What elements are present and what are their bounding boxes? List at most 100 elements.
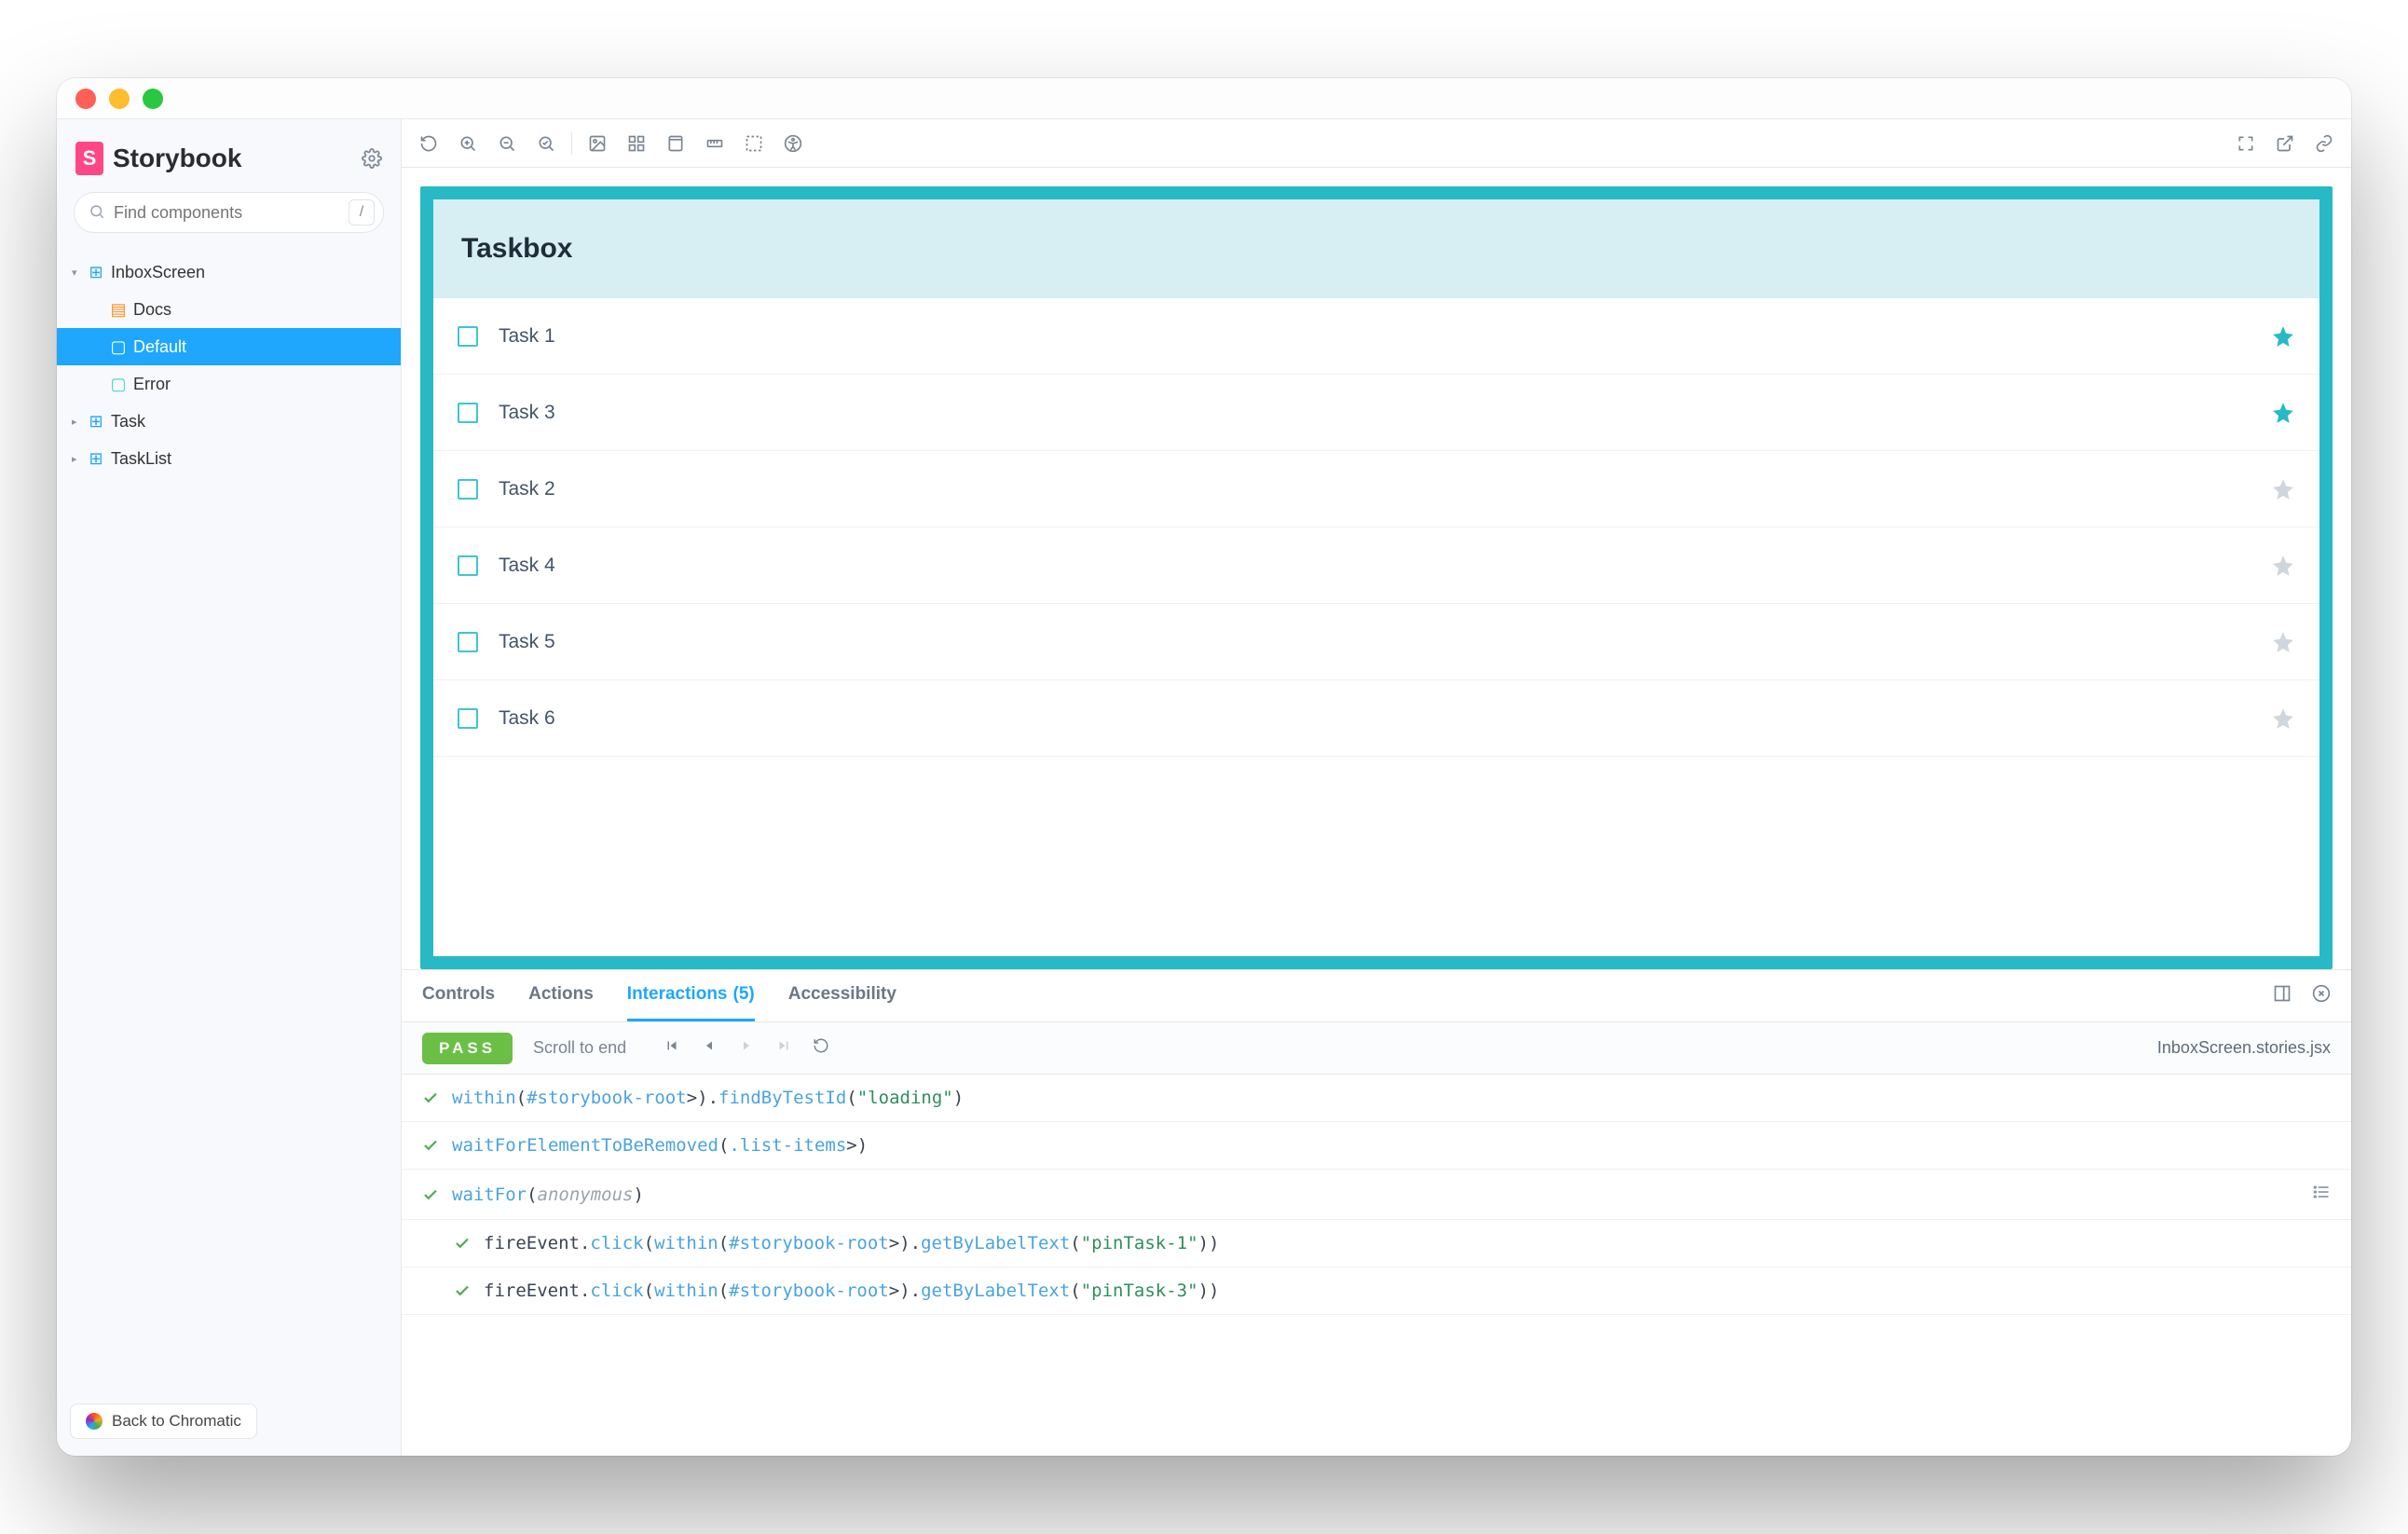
task-checkbox[interactable]: [458, 403, 478, 423]
tab-controls[interactable]: Controls: [422, 970, 495, 1021]
fullscreen-icon[interactable]: [2236, 133, 2256, 154]
close-panel-icon[interactable]: [2312, 984, 2331, 1008]
window-minimize-button[interactable]: [109, 89, 130, 109]
step-forward-icon[interactable]: [738, 1037, 755, 1059]
task-checkbox[interactable]: [458, 326, 478, 347]
tab-accessibility[interactable]: Accessibility: [788, 970, 896, 1021]
check-icon: [422, 1089, 439, 1106]
tab-actions[interactable]: Actions: [528, 970, 594, 1021]
storybook-logo-text: Storybook: [113, 144, 241, 173]
step-code: fireEvent.click(within(#storybook-root>)…: [484, 1233, 1219, 1253]
window-zoom-button[interactable]: [143, 89, 163, 109]
interaction-step[interactable]: fireEvent.click(within(#storybook-root>)…: [402, 1220, 2351, 1267]
preview-toolbar: [402, 119, 2351, 168]
chromatic-icon: [86, 1413, 103, 1430]
interaction-step[interactable]: waitForElementToBeRemoved(.list-items>): [402, 1122, 2351, 1170]
tree-item-label: Error: [133, 375, 171, 394]
tree-item-label: Docs: [133, 300, 171, 320]
story-icon: ▢: [111, 337, 126, 357]
interaction-step[interactable]: fireEvent.click(within(#storybook-root>)…: [402, 1267, 2351, 1315]
back-to-chromatic-button[interactable]: Back to Chromatic: [70, 1404, 257, 1439]
pin-star-icon[interactable]: [2271, 706, 2295, 731]
storybook-logo[interactable]: S Storybook: [75, 142, 241, 175]
app-title: Taskbox: [433, 199, 2319, 298]
pin-star-icon[interactable]: [2271, 477, 2295, 501]
tree-item-error[interactable]: ▢ Error: [57, 365, 401, 403]
storybook-root: S Storybook / ▾ ⊞: [57, 119, 2351, 1456]
search-field: /: [74, 192, 384, 233]
pin-star-icon[interactable]: [2271, 324, 2295, 349]
preview-canvas: Taskbox Task 1Task 3Task 2Task 4Task 5Ta…: [402, 168, 2351, 969]
zoom-in-icon[interactable]: [458, 133, 478, 154]
tree-item-inboxscreen[interactable]: ▾ ⊞ InboxScreen: [57, 253, 401, 291]
addon-tabs: Controls Actions Interactions (5) Access…: [402, 970, 2351, 1022]
task-row: Task 4: [433, 527, 2319, 604]
window: S Storybook / ▾ ⊞: [57, 78, 2351, 1456]
pin-star-icon[interactable]: [2271, 630, 2295, 654]
interaction-step[interactable]: waitFor(anonymous): [402, 1170, 2351, 1220]
list-icon: [2312, 1183, 2331, 1206]
caret-right-icon: ▸: [72, 453, 81, 465]
task-checkbox[interactable]: [458, 708, 478, 729]
outline-icon[interactable]: [744, 133, 764, 154]
tree-item-label: InboxScreen: [111, 263, 205, 282]
tree-item-tasklist[interactable]: ▸ ⊞ TaskList: [57, 440, 401, 477]
task-list: Task 1Task 3Task 2Task 4Task 5Task 6: [433, 298, 2319, 956]
caret-right-icon: ▸: [72, 416, 81, 428]
viewport-icon[interactable]: [665, 133, 686, 154]
step-code: fireEvent.click(within(#storybook-root>)…: [484, 1281, 1219, 1301]
caret-down-icon: ▾: [72, 267, 81, 279]
tree-item-default[interactable]: ▢ Default: [57, 328, 401, 365]
panel-orientation-icon[interactable]: [2273, 984, 2292, 1008]
zoom-reset-icon[interactable]: [536, 133, 556, 154]
open-new-tab-icon[interactable]: [2275, 133, 2295, 154]
remount-icon[interactable]: [418, 133, 439, 154]
go-to-start-icon[interactable]: [664, 1037, 680, 1059]
grid-icon[interactable]: [626, 133, 647, 154]
copy-link-icon[interactable]: [2314, 133, 2334, 154]
check-icon: [454, 1282, 471, 1299]
interaction-steps: within(#storybook-root>).findByTestId("l…: [402, 1075, 2351, 1456]
background-icon[interactable]: [587, 133, 608, 154]
scroll-to-end-button[interactable]: Scroll to end: [533, 1038, 626, 1058]
status-badge: PASS: [422, 1033, 513, 1064]
task-title: Task 1: [499, 325, 2251, 348]
component-icon: ⊞: [89, 412, 103, 431]
tree-item-task[interactable]: ▸ ⊞ Task: [57, 403, 401, 440]
task-checkbox[interactable]: [458, 555, 478, 576]
search-input[interactable]: [74, 192, 384, 233]
settings-icon[interactable]: [362, 148, 382, 169]
task-row: Task 2: [433, 451, 2319, 527]
check-icon: [422, 1186, 439, 1203]
tree-item-docs[interactable]: ▤ Docs: [57, 291, 401, 328]
window-close-button[interactable]: [75, 89, 96, 109]
step-code: waitFor(anonymous): [452, 1185, 644, 1205]
pin-star-icon[interactable]: [2271, 401, 2295, 425]
task-row: Task 1: [433, 298, 2319, 375]
go-to-end-icon[interactable]: [775, 1037, 792, 1059]
step-back-icon[interactable]: [701, 1037, 718, 1059]
rerun-icon[interactable]: [813, 1037, 829, 1059]
measure-icon[interactable]: [705, 133, 725, 154]
search-icon: [89, 203, 105, 225]
accessibility-icon[interactable]: [783, 133, 803, 154]
tab-interactions[interactable]: Interactions (5): [627, 970, 755, 1021]
zoom-out-icon[interactable]: [497, 133, 517, 154]
task-row: Task 6: [433, 680, 2319, 757]
tree-item-label: TaskList: [111, 449, 171, 469]
back-to-chromatic-label: Back to Chromatic: [112, 1412, 241, 1431]
titlebar: [57, 78, 2351, 119]
step-code: within(#storybook-root>).findByTestId("l…: [452, 1088, 964, 1108]
task-checkbox[interactable]: [458, 479, 478, 500]
task-checkbox[interactable]: [458, 632, 478, 652]
pin-star-icon[interactable]: [2271, 554, 2295, 578]
task-title: Task 2: [499, 478, 2251, 500]
task-row: Task 5: [433, 604, 2319, 680]
addons-panel: Controls Actions Interactions (5) Access…: [402, 969, 2351, 1456]
task-title: Task 4: [499, 555, 2251, 577]
interaction-step[interactable]: within(#storybook-root>).findByTestId("l…: [402, 1075, 2351, 1122]
search-shortcut: /: [349, 199, 375, 226]
tree-item-label: Task: [111, 412, 145, 431]
main-panel: Taskbox Task 1Task 3Task 2Task 4Task 5Ta…: [402, 119, 2351, 1456]
task-title: Task 5: [499, 631, 2251, 653]
